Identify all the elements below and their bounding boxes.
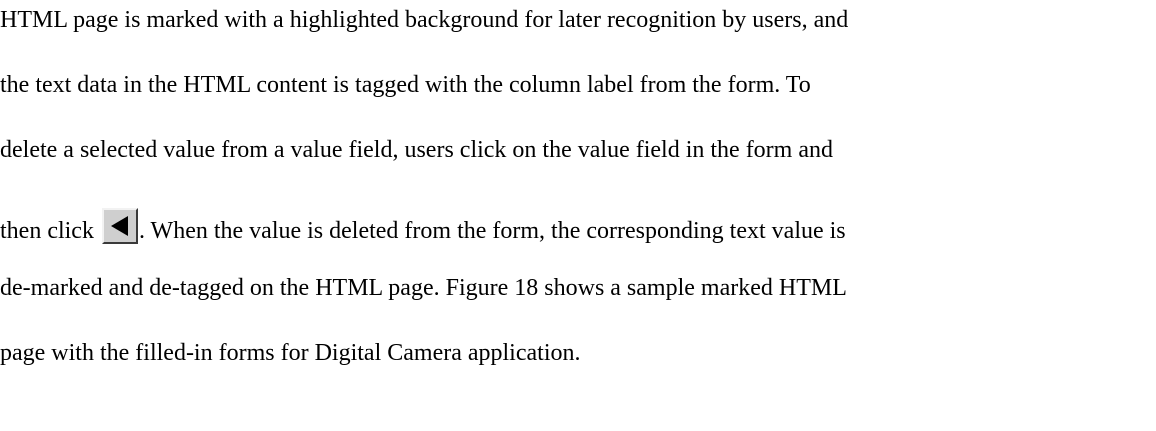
line-4-text-before: then click: [0, 218, 94, 244]
paragraph-line-4: then click . When the value is deleted f…: [0, 208, 846, 245]
paragraph-line-5: de-marked and de-tagged on the HTML page…: [0, 275, 847, 301]
paragraph-line-6: page with the filled-in forms for Digita…: [0, 340, 581, 366]
line-4-text-after: . When the value is deleted from the for…: [138, 218, 846, 244]
paragraph-line-3: delete a selected value from a value fie…: [0, 137, 833, 163]
delete-value-button[interactable]: [101, 208, 138, 244]
paragraph-line-2: the text data in the HTML content is tag…: [0, 72, 811, 98]
left-triangle-icon: [110, 216, 128, 236]
paragraph-line-1: HTML page is marked with a highlighted b…: [0, 7, 849, 33]
